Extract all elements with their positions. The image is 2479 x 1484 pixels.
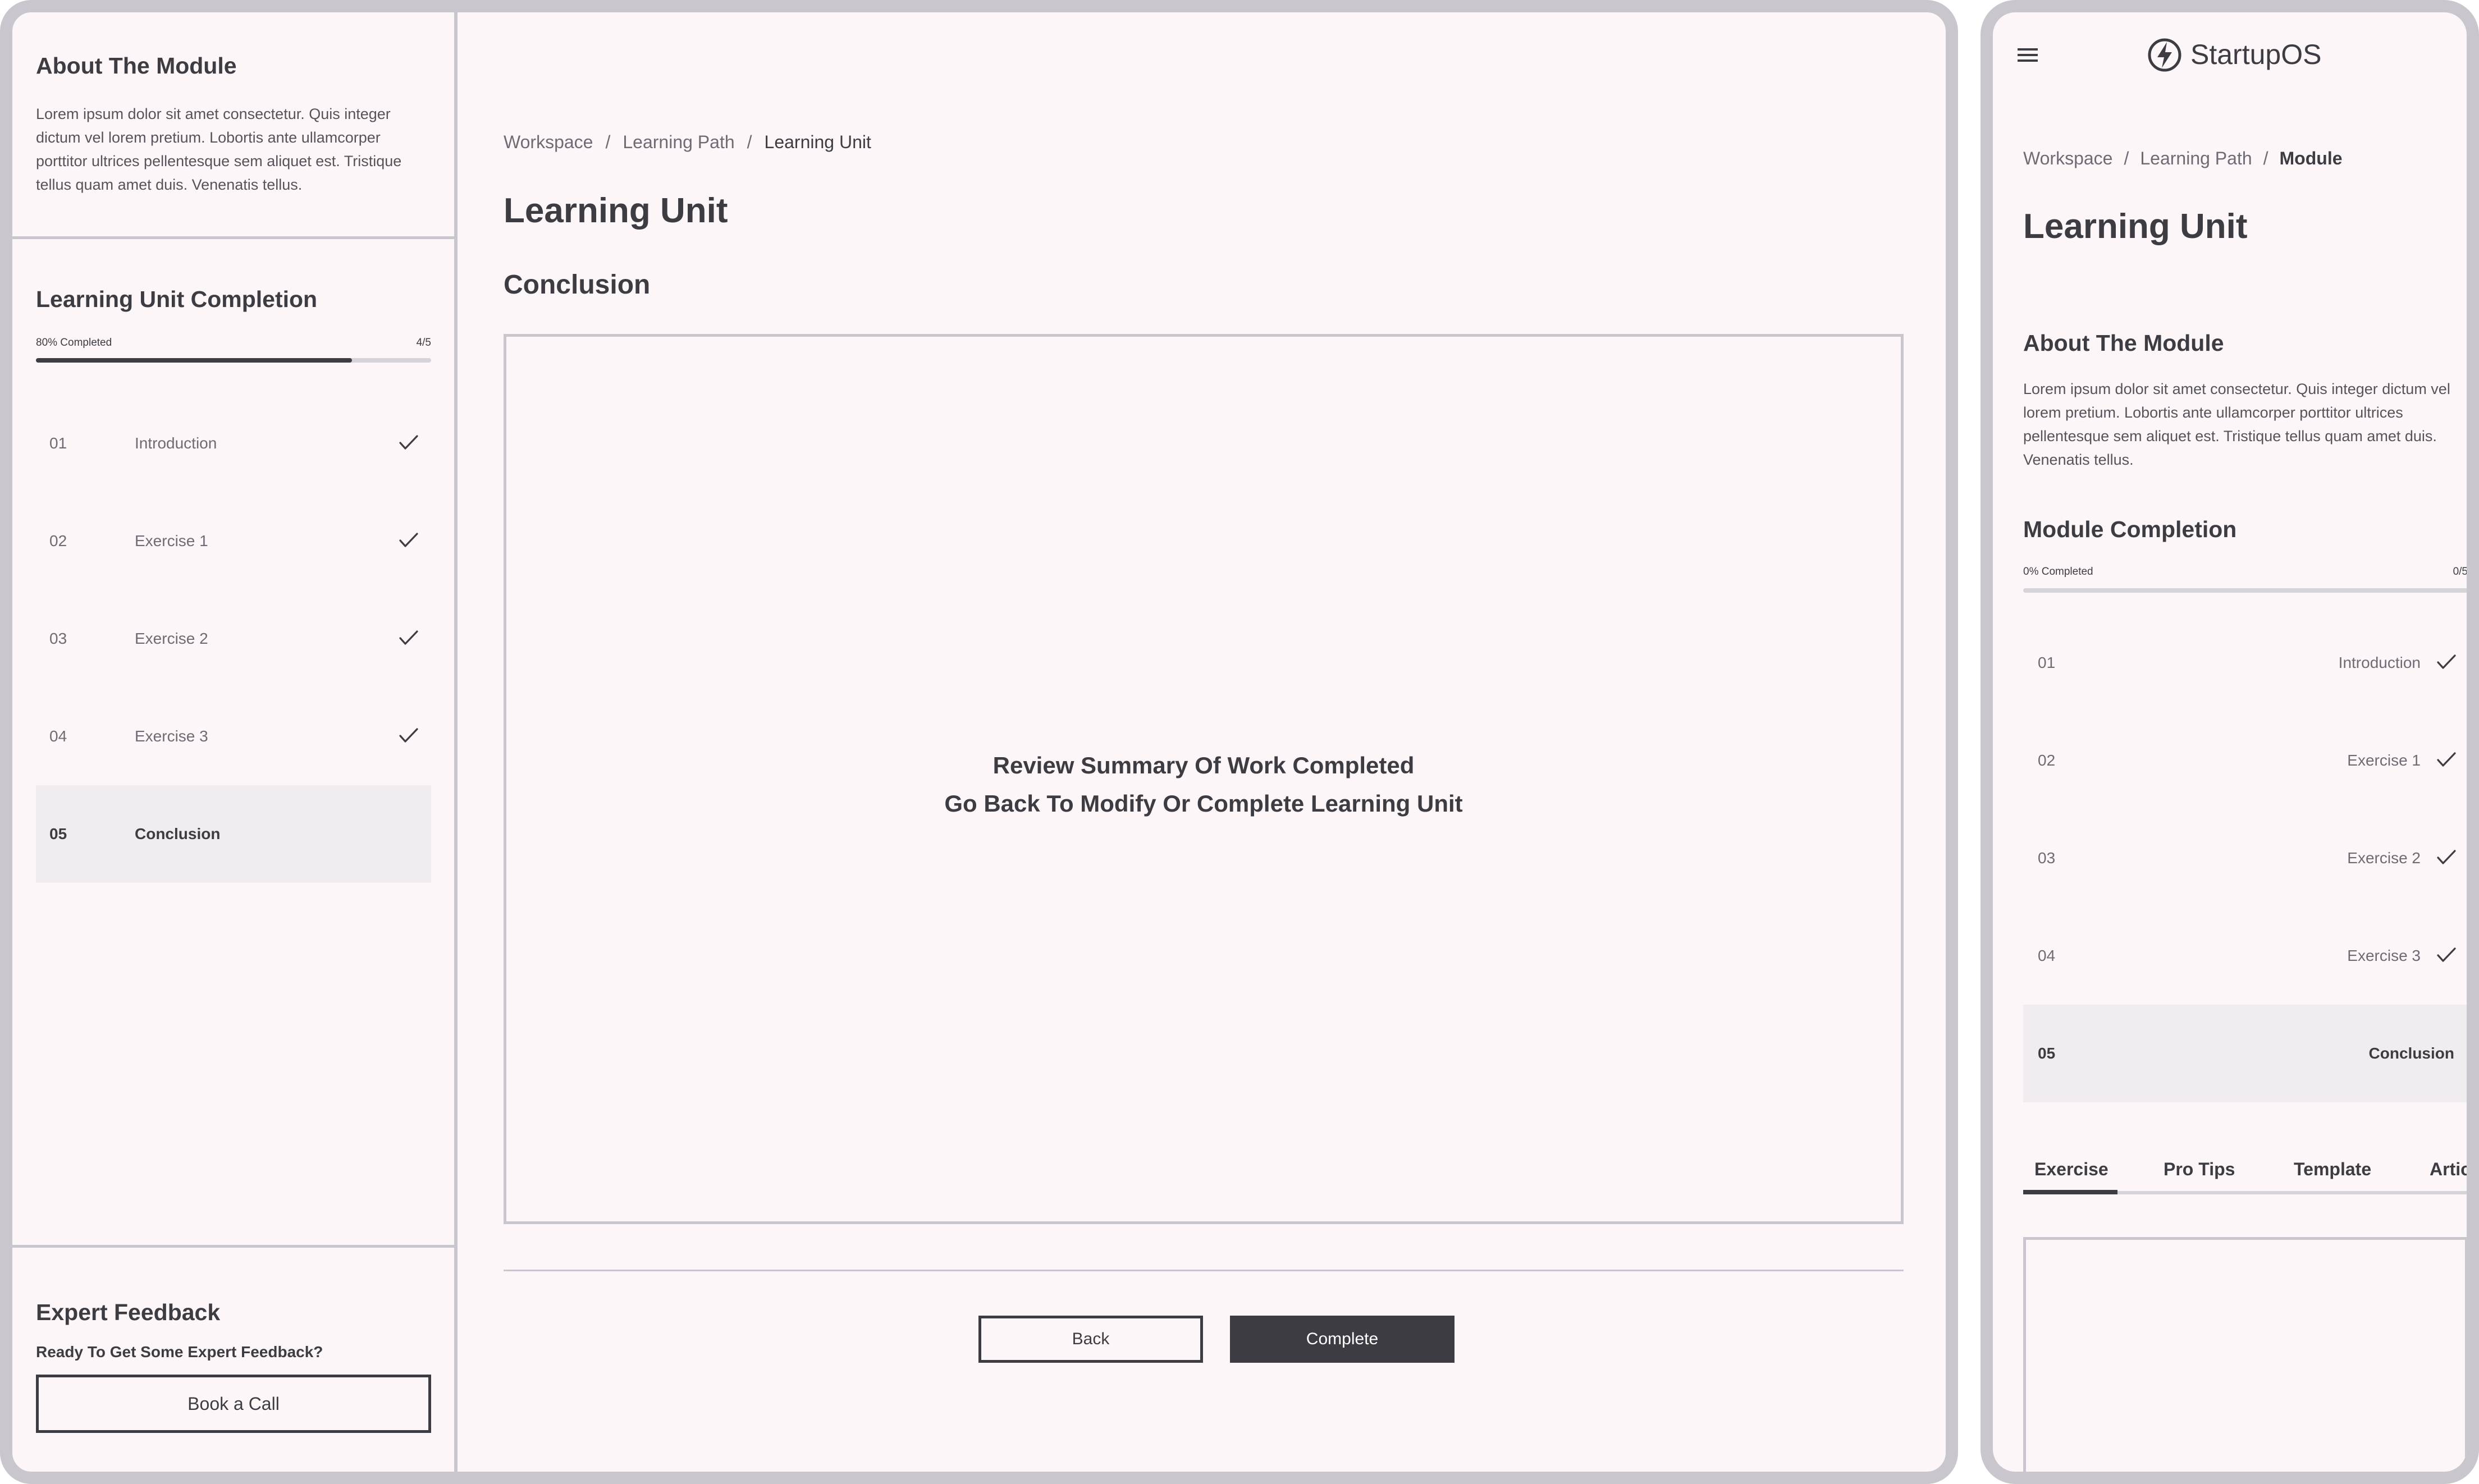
lightning-logo-icon [2148,38,2181,72]
check-icon [2437,752,2456,767]
breadcrumb-learning-path[interactable]: Learning Path [623,132,734,153]
check-icon [2437,654,2456,669]
content-instruction-line: Go Back To Modify Or Complete Learning U… [944,790,1463,817]
expert-feedback-title: Expert Feedback [36,1299,221,1325]
mobile-progress-meta: 0% Completed 0/5 [2023,566,2468,580]
step-number: 04 [2038,947,2056,964]
about-module-title: About The Module [36,53,237,79]
brand-name: StartupOS [2190,39,2322,70]
book-call-button[interactable]: Book a Call [36,1375,431,1433]
step-label: Exercise 3 [2347,947,2421,964]
breadcrumb-workspace[interactable]: Workspace [2023,148,2112,168]
progress-meta: 80% Completed 4/5 [36,337,431,351]
step-item-1[interactable]: 01 Introduction [36,395,431,492]
mobile-progress-count: 0/5 [2453,566,2468,578]
step-label: Exercise 2 [135,630,208,647]
complete-button[interactable]: Complete [1230,1316,1455,1363]
check-icon [399,435,418,450]
step-number: 02 [2038,752,2056,769]
progress-bar-fill [36,358,353,363]
step-item-2[interactable]: 02 Exercise 1 [36,492,431,590]
expert-feedback-subtitle: Ready To Get Some Expert Feedback? [36,1343,323,1361]
mobile-progress-label: 0% Completed [2023,566,2093,578]
sidebar: About The Module Lorem ipsum dolor sit a… [12,12,458,1472]
mobile-about-description: Lorem ipsum dolor sit amet consectetur. … [2023,381,2450,468]
step-number: 02 [49,532,67,549]
step-item-5[interactable]: 05 Conclusion [2023,1005,2467,1102]
expert-feedback-section: Expert Feedback Ready To Get Some Expert… [12,1245,454,1472]
mobile-page-title: Learning Unit [2023,207,2248,246]
about-module-description: Lorem ipsum dolor sit amet consectetur. … [36,106,402,193]
step-label: Exercise 2 [2347,849,2421,867]
back-button[interactable]: Back [978,1316,1203,1363]
mobile-breadcrumb: Workspace / Learning Path / Module [2023,148,2343,169]
divider [504,1270,1904,1271]
active-tab-indicator [2023,1190,2117,1194]
content-panel: Review Summary Of Work Completed Go Back… [504,334,1904,1224]
step-number: 03 [2038,849,2056,867]
mobile-completion-title: Module Completion [2023,516,2237,542]
breadcrumb-separator: / [2263,148,2268,168]
step-label: Conclusion [135,825,221,842]
check-icon [2437,947,2456,962]
step-item-3[interactable]: 03 Exercise 2 [2023,809,2467,907]
step-list: 01 Introduction 02 Exercise 1 03 Exercise 2 04… [36,395,431,883]
check-icon [399,728,418,743]
breadcrumb-separator: / [747,132,752,152]
check-icon [399,533,418,547]
mobile-step-list: 01 Introduction 02 Exercise 1 03 Exercise 2 04… [2023,614,2467,1102]
step-item-3[interactable]: 03 Exercise 2 [36,590,431,688]
mobile-about-title: About The Module [2023,330,2224,356]
breadcrumb: Workspace / Learning Path / Learning Unit [504,132,871,153]
step-label: Exercise 3 [135,727,208,745]
step-number: 04 [49,727,67,745]
breadcrumb-separator: / [605,132,611,152]
mobile-progress-bar [2023,588,2467,593]
progress-label: 80% Completed [36,337,112,349]
tab-article[interactable]: Article [2430,1152,2467,1197]
step-label: Introduction [135,434,217,452]
step-number: 03 [49,630,67,647]
breadcrumb-workspace[interactable]: Workspace [504,132,593,153]
about-module-section: About The Module Lorem ipsum dolor sit a… [12,12,454,239]
desktop-frame: About The Module Lorem ipsum dolor sit a… [0,0,1958,1484]
step-number: 05 [2038,1045,2056,1062]
step-label: Exercise 1 [2347,752,2421,769]
mobile-content-panel [2023,1237,2467,1472]
main-content: Workspace / Learning Path / Learning Unit Le… [458,12,1946,1472]
page-title: Learning Unit [504,191,728,230]
step-label: Introduction [2338,654,2421,671]
step-item-1[interactable]: 01 Introduction [2023,614,2467,712]
step-number: 05 [49,825,67,842]
completion-title: Learning Unit Completion [36,286,318,312]
progress-count: 4/5 [416,337,431,349]
tab-template[interactable]: Template [2294,1152,2371,1197]
section-title: Conclusion [504,270,651,300]
breadcrumb-separator: / [2124,148,2129,168]
content-summary-line: Review Summary Of Work Completed [992,752,1415,778]
step-number: 01 [49,434,67,452]
mobile-frame: StartupOS Workspace / Learning Path / Module… [1981,0,2479,1484]
breadcrumb-current: Module [2279,148,2343,168]
breadcrumb-current: Learning Unit [764,132,871,152]
step-label: Exercise 1 [135,532,208,549]
hamburger-menu-icon[interactable] [2018,46,2040,65]
step-item-2[interactable]: 02 Exercise 1 [2023,712,2467,809]
check-icon [399,630,418,645]
step-number: 01 [2038,654,2056,671]
progress-bar [36,358,431,363]
tab-pro-tips[interactable]: Pro Tips [2164,1152,2235,1197]
check-icon [2437,850,2456,864]
step-item-4[interactable]: 04 Exercise 3 [2023,907,2467,1005]
step-item-5[interactable]: 05 Conclusion [36,785,431,883]
breadcrumb-learning-path[interactable]: Learning Path [2140,148,2252,168]
step-item-4[interactable]: 04 Exercise 3 [36,688,431,785]
step-label: Conclusion [2368,1045,2454,1062]
